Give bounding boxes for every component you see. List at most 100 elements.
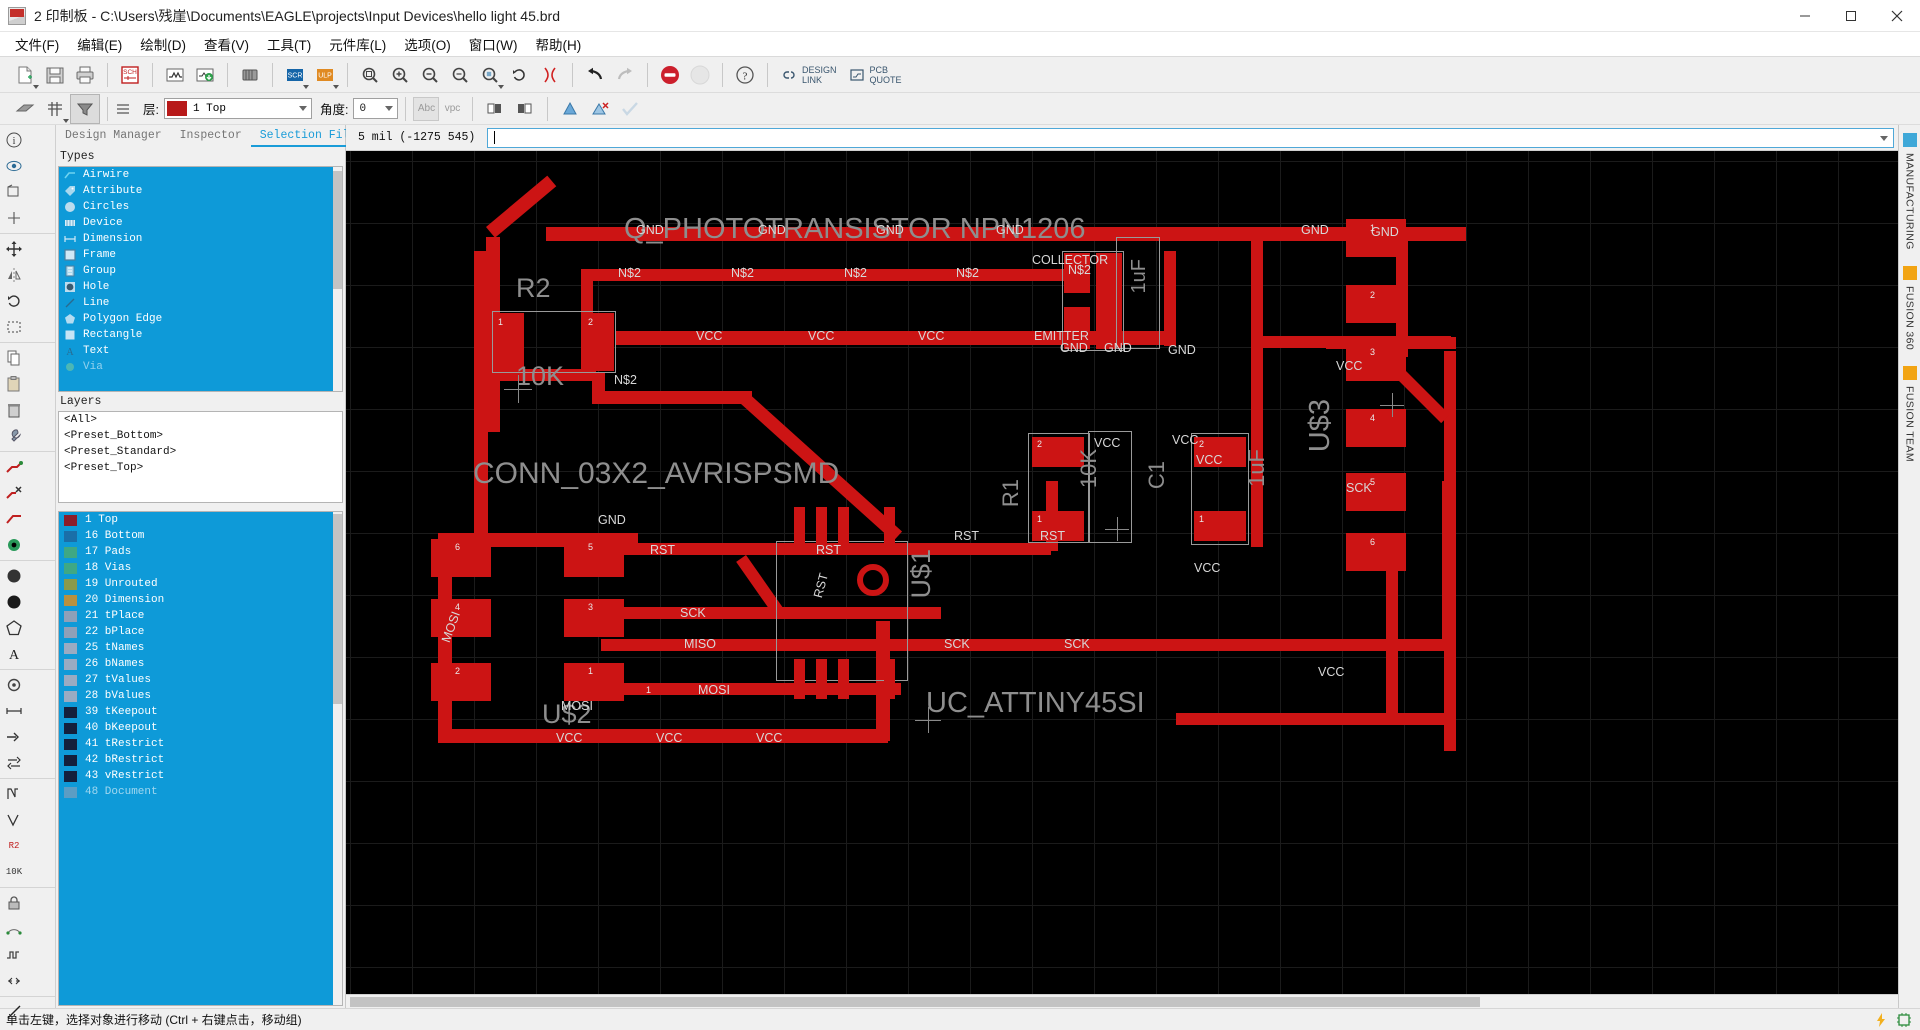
layer-item-41-trestrict[interactable]: 41 tRestrict [59,736,342,752]
wire-icon[interactable] [0,506,28,532]
menu-tools[interactable]: 工具(T) [258,31,320,57]
type-item-device[interactable]: Device [59,215,342,231]
arc-draw-icon[interactable] [0,1025,28,1030]
chevron-down-icon[interactable] [1880,135,1888,141]
menu-library[interactable]: 元件库(L) [320,31,395,57]
preset-item-standard[interactable]: <Preset_Standard> [59,444,342,460]
add-part-icon[interactable] [0,724,28,750]
layer-item-28-bvalues[interactable]: 28 bValues [59,688,342,704]
menu-view[interactable]: 查看(V) [195,31,258,57]
route-icon[interactable] [0,454,28,480]
layer-item-16-bottom[interactable]: 16 Bottom [59,528,342,544]
align-left-icon[interactable] [480,94,510,124]
ulp-icon[interactable]: ULP [310,60,340,90]
save-disk-icon[interactable] [40,60,70,90]
circle-tool-icon[interactable] [0,563,28,589]
rotate-icon[interactable] [0,288,28,314]
preset-item-bottom[interactable]: <Preset_Bottom> [59,428,342,444]
eye-show-icon[interactable] [0,153,28,179]
layer-item-43-vrestrict[interactable]: 43 vRestrict [59,768,342,784]
command-input[interactable] [487,127,1894,148]
layer-item-27-tvalues[interactable]: 27 tValues [59,672,342,688]
menu-window[interactable]: 窗口(W) [460,31,527,57]
ripup-icon[interactable] [0,480,28,506]
horizontal-scroll-thumb[interactable] [350,997,1480,1007]
type-item-polygon-edge[interactable]: Polygon Edge [59,311,342,327]
value-text-icon[interactable]: 10K [0,859,28,885]
layer-item-17-pads[interactable]: 17 Pads [59,544,342,560]
menu-options[interactable]: 选项(O) [395,31,460,57]
pcb-quote-button[interactable]: PCB QUOTE [843,65,908,85]
type-item-rectangle[interactable]: Rectangle [59,327,342,343]
layer-item-1-top[interactable]: 1 Top [59,512,342,528]
vtab-manufacturing[interactable]: MANUFACTURING [1904,153,1916,250]
type-item-airwire[interactable]: Airwire [59,167,342,183]
mirror-icon[interactable] [0,262,28,288]
vtab-fusion-team[interactable]: FUSION TEAM [1904,386,1916,462]
angle-select[interactable]: 0 [353,98,399,119]
layer-item-18-vias[interactable]: 18 Vias [59,560,342,576]
text-tool-icon[interactable]: A [0,641,28,667]
info-circle-icon[interactable]: i [0,127,28,153]
line-draw-icon[interactable] [0,999,28,1025]
layer-item-21-tplace[interactable]: 21 tPlace [59,608,342,624]
preset-item-top[interactable]: <Preset_Top> [59,460,342,476]
board-download-icon[interactable] [190,60,220,90]
abc-icon[interactable]: Abc [413,96,440,121]
type-item-text[interactable]: A Text [59,343,342,359]
layer-select[interactable]: 1 Top [163,98,312,119]
vpc-icon[interactable]: vpc [439,97,465,121]
menu-edit[interactable]: 编辑(E) [68,31,131,57]
tab-design-manager[interactable]: Design Manager [56,126,171,147]
ratsnest-triangle-icon[interactable] [555,94,585,124]
type-item-hole[interactable]: Hole [59,279,342,295]
layer-item-40-bkeepout[interactable]: 40 bKeepout [59,720,342,736]
value-icon[interactable] [0,807,28,833]
layer-item-22-bplace[interactable]: 22 bPlace [59,624,342,640]
preset-item-all[interactable]: <All> [59,412,342,428]
layer-item-20-dimension[interactable]: 20 Dimension [59,592,342,608]
layer-item-48-document[interactable]: 48 Document [59,784,342,800]
menu-file[interactable]: 文件(F) [6,31,68,57]
copy-icon[interactable] [0,345,28,371]
trash-icon[interactable] [0,397,28,423]
type-item-circles[interactable]: Circles [59,199,342,215]
zoom-out-icon[interactable] [415,60,445,90]
grid-icon[interactable] [10,94,40,124]
layer-preset-list[interactable]: <All> <Preset_Bottom> <Preset_Standard> … [58,411,343,503]
align-right-icon[interactable] [510,94,540,124]
stop-circle-icon[interactable] [655,60,685,90]
zoom-fit-icon[interactable] [355,60,385,90]
new-file-icon[interactable] [10,60,40,90]
group-select-icon[interactable] [0,314,28,340]
design-link-button[interactable]: DESIGN LINK [775,65,843,85]
zoom-region-icon[interactable] [475,60,505,90]
library-books-icon[interactable] [235,60,265,90]
printer-icon[interactable] [70,60,100,90]
layers-icon[interactable] [40,94,70,124]
layer-item-42-brestrict[interactable]: 42 bRestrict [59,752,342,768]
funnel-filter-icon[interactable] [70,93,100,124]
zoom-in-icon[interactable] [385,60,415,90]
minimize-button[interactable] [1782,0,1828,32]
close-button[interactable] [1874,0,1920,32]
redraw-icon[interactable] [505,60,535,90]
board-icon[interactable] [160,60,190,90]
replace-icon[interactable] [0,750,28,776]
dimension-tool-icon[interactable] [0,698,28,724]
redo-arrow-icon[interactable] [610,60,640,90]
pcb-board-canvas[interactable]: Q_PHOTOTRANSISTOR NPN1206 CONN_03X2_AVRI… [346,151,1898,994]
zoom-select-icon[interactable] [445,60,475,90]
question-mark-icon[interactable]: ? [730,60,760,90]
scr-icon[interactable]: SCR [280,60,310,90]
name-icon[interactable] [0,781,28,807]
ripup-triangle-icon[interactable] [585,94,615,124]
type-item-dimension[interactable]: Dimension [59,231,342,247]
menu-draw[interactable]: 绘制(D) [131,31,195,57]
polygon-tool-icon[interactable] [0,615,28,641]
type-item-attribute[interactable]: Attribute [59,183,342,199]
types-list[interactable]: Airwire Attribute Circles Device Dimensi… [58,166,343,392]
horizontal-scrollbar[interactable] [346,994,1898,1008]
layer-list[interactable]: 1 Top 16 Bottom 17 Pads 18 Vias 19 Unrou… [58,511,343,1006]
layer-item-26-bnames[interactable]: 26 bNames [59,656,342,672]
